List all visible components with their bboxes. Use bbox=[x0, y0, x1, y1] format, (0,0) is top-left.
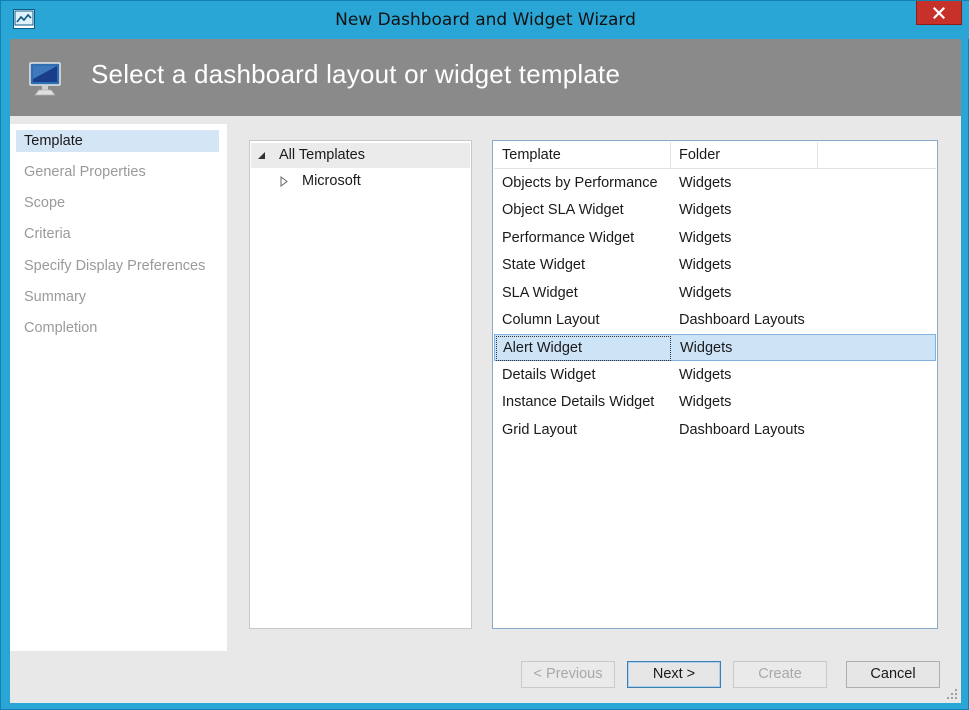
tree-item-microsoft[interactable]: Microsoft bbox=[251, 169, 470, 194]
window-title: New Dashboard and Widget Wizard bbox=[335, 10, 636, 30]
close-button[interactable] bbox=[916, 1, 962, 25]
tree-item-label: All Templates bbox=[279, 147, 365, 163]
resize-grip-icon[interactable] bbox=[945, 687, 959, 701]
folder-cell: Widgets bbox=[679, 394, 732, 410]
expanded-triangle-icon[interactable] bbox=[255, 143, 269, 168]
wizard-steps-nav: Template General Properties Scope Criter… bbox=[10, 124, 227, 651]
nav-item-display-preferences[interactable]: Specify Display Preferences bbox=[16, 255, 219, 277]
template-cell: Details Widget bbox=[502, 367, 596, 383]
collapsed-triangle-icon[interactable] bbox=[277, 169, 291, 194]
template-cell: SLA Widget bbox=[502, 285, 578, 301]
table-row[interactable]: Instance Details Widget Widgets bbox=[494, 389, 936, 416]
cancel-button[interactable]: Cancel bbox=[846, 661, 940, 688]
previous-button[interactable]: < Previous bbox=[521, 661, 615, 688]
folder-cell: Widgets bbox=[679, 285, 732, 301]
template-cell: Performance Widget bbox=[502, 230, 635, 246]
folder-cell: Dashboard Layouts bbox=[679, 422, 805, 438]
nav-item-general-properties[interactable]: General Properties bbox=[16, 161, 219, 183]
folder-cell: Widgets bbox=[679, 367, 732, 383]
template-list: Template Folder Objects by Performance W… bbox=[492, 140, 938, 629]
table-row[interactable]: Grid Layout Dashboard Layouts bbox=[494, 417, 936, 444]
wizard-header: Select a dashboard layout or widget temp… bbox=[10, 39, 961, 116]
folder-cell: Widgets bbox=[679, 202, 732, 218]
column-header-folder[interactable]: Folder bbox=[671, 142, 818, 169]
folder-cell: Widgets bbox=[679, 230, 732, 246]
computer-monitor-icon bbox=[29, 62, 61, 96]
table-row[interactable]: Objects by Performance Widgets bbox=[494, 170, 936, 197]
tree-item-label: Microsoft bbox=[302, 173, 361, 189]
page-title: Select a dashboard layout or widget temp… bbox=[91, 59, 621, 89]
column-header-template[interactable]: Template bbox=[494, 142, 671, 169]
folder-cell: Widgets bbox=[679, 257, 732, 273]
template-cell: State Widget bbox=[502, 257, 586, 273]
table-row-selected[interactable]: Alert Widget Widgets bbox=[494, 334, 936, 361]
table-row[interactable]: State Widget Widgets bbox=[494, 252, 936, 279]
template-cell: Alert Widget bbox=[495, 335, 672, 362]
nav-item-scope[interactable]: Scope bbox=[16, 192, 219, 214]
template-cell: Objects by Performance bbox=[502, 175, 658, 191]
template-cell: Grid Layout bbox=[502, 422, 577, 438]
table-row[interactable]: Performance Widget Widgets bbox=[494, 225, 936, 252]
list-header: Template Folder bbox=[494, 142, 936, 169]
nav-item-template[interactable]: Template bbox=[16, 130, 219, 152]
wizard-window: New Dashboard and Widget Wizard Select a… bbox=[0, 0, 969, 710]
template-cell: Column Layout bbox=[502, 312, 600, 328]
wizard-client-area: Select a dashboard layout or widget temp… bbox=[10, 39, 961, 703]
nav-item-completion[interactable]: Completion bbox=[16, 317, 219, 339]
template-cell: Object SLA Widget bbox=[502, 202, 624, 218]
table-row[interactable]: Details Widget Widgets bbox=[494, 362, 936, 389]
folder-cell: Widgets bbox=[680, 340, 733, 356]
table-row[interactable]: Column Layout Dashboard Layouts bbox=[494, 307, 936, 334]
template-tree: All Templates Microsoft bbox=[249, 140, 472, 629]
create-button[interactable]: Create bbox=[733, 661, 827, 688]
title-bar[interactable]: New Dashboard and Widget Wizard bbox=[1, 1, 969, 39]
folder-cell: Dashboard Layouts bbox=[679, 312, 805, 328]
table-row[interactable]: SLA Widget Widgets bbox=[494, 280, 936, 307]
table-row[interactable]: Object SLA Widget Widgets bbox=[494, 197, 936, 224]
next-button[interactable]: Next > bbox=[627, 661, 721, 688]
template-cell: Instance Details Widget bbox=[502, 394, 655, 410]
folder-cell: Widgets bbox=[679, 175, 732, 191]
nav-item-criteria[interactable]: Criteria bbox=[16, 223, 219, 245]
tree-item-all-templates[interactable]: All Templates bbox=[251, 143, 470, 168]
nav-item-summary[interactable]: Summary bbox=[16, 286, 219, 308]
close-icon bbox=[933, 6, 945, 19]
